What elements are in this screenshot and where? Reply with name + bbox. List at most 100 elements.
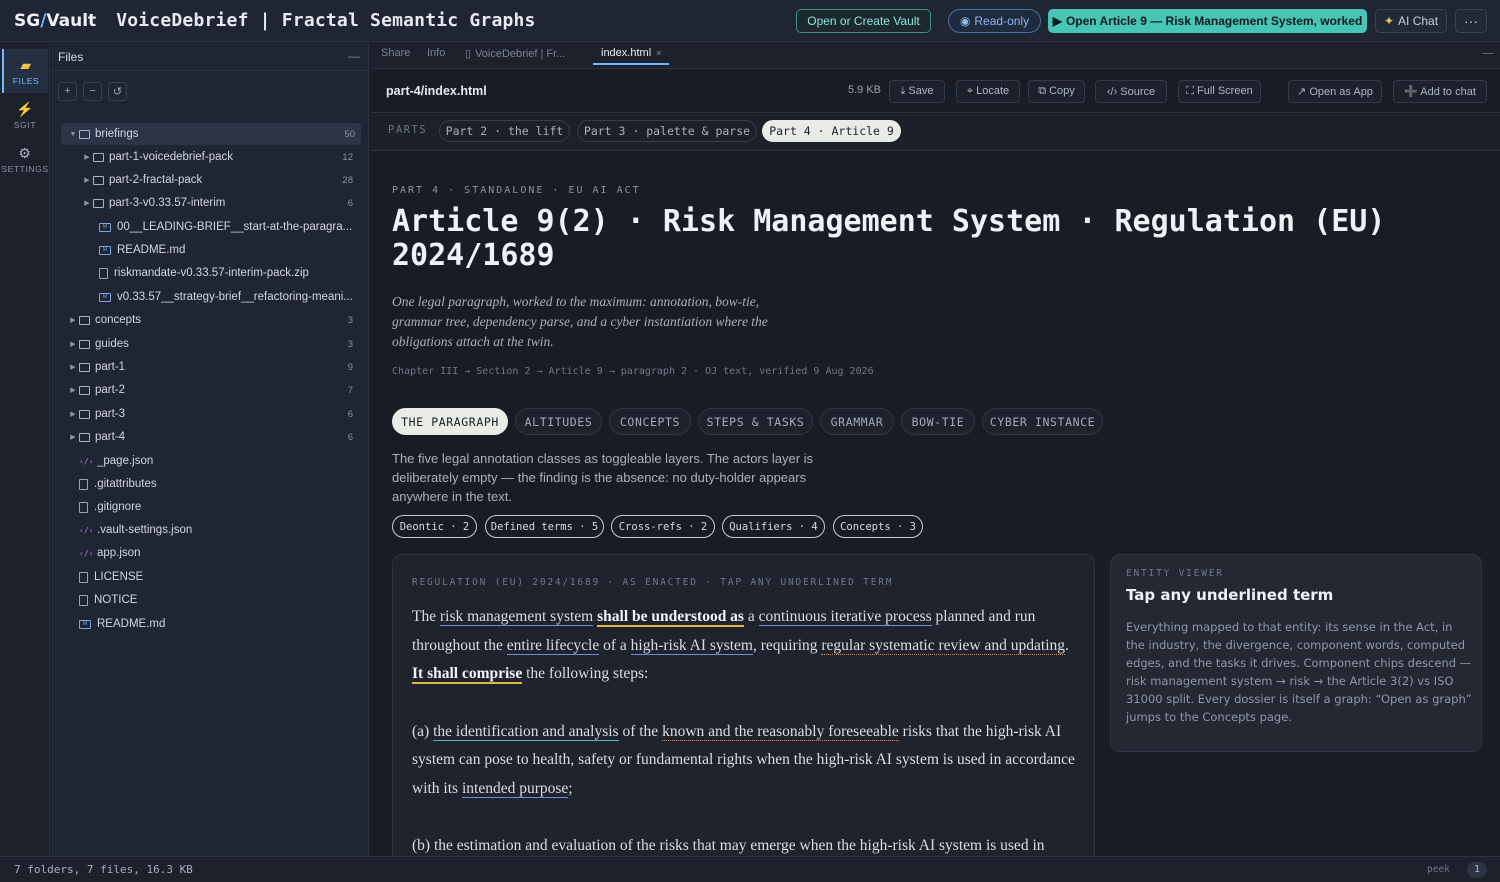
tree-file[interactable]: .gitignore	[51, 496, 369, 518]
tab-share[interactable]: Share	[381, 47, 410, 59]
refresh-button[interactable]: ↺	[108, 81, 127, 101]
caret-down-icon[interactable]: ▼	[67, 131, 79, 138]
tree-file[interactable]: riskmandate-v0.33.57-interim-pack.zip	[51, 262, 369, 284]
term-high-risk-ai-system[interactable]: high-risk AI system	[630, 636, 753, 655]
notification-count[interactable]: 1	[1467, 861, 1487, 878]
term-entire-lifecycle[interactable]: entire lifecycle	[506, 636, 600, 655]
view-tab-steps-tasks[interactable]: STEPS & TASKS	[698, 408, 813, 435]
tree-folder[interactable]: ▶ part-3-v0.33.57-interim 6	[51, 192, 369, 214]
tree-file[interactable]: .gitattributes	[51, 473, 369, 495]
caret-right-icon[interactable]: ▶	[67, 433, 79, 441]
open-article-button[interactable]: ▶ Open Article 9 — Risk Management System…	[1048, 9, 1367, 33]
caret-right-icon[interactable]: ▶	[81, 176, 93, 184]
tab-info[interactable]: Info	[427, 47, 445, 59]
view-tab-altitudes[interactable]: ALTITUDES	[515, 408, 602, 435]
more-menu-button[interactable]: ···	[1455, 9, 1487, 33]
collapse-panel-icon[interactable]: —	[348, 49, 360, 63]
tree-file[interactable]: ‹/› _page.json	[51, 450, 369, 472]
view-tab-bow-tie[interactable]: BOW-TIE	[901, 408, 975, 435]
tree-folder[interactable]: ▶ part-1-voicedebrief-pack 12	[51, 146, 369, 168]
entity-viewer-eyebrow: ENTITY VIEWER	[1126, 568, 1224, 579]
tree-item-label: README.md	[97, 618, 166, 630]
part-chip-4[interactable]: Part 4 · Article 9	[762, 120, 901, 142]
folder-icon	[93, 175, 104, 185]
source-button[interactable]: ‹/› Source	[1095, 80, 1167, 103]
rail-sgit[interactable]: ⚡ SGIT	[2, 93, 48, 137]
tree-file[interactable]: ‹/› app.json	[51, 542, 369, 564]
collapse-all-button[interactable]: −	[83, 81, 102, 101]
caret-right-icon[interactable]: ▶	[67, 410, 79, 418]
article-trail: Chapter III → Section 2 → Article 9 → pa…	[392, 366, 874, 377]
tree-file[interactable]: M README.md	[51, 239, 369, 261]
tree-folder[interactable]: ▶ part-2-fractal-pack 28	[51, 169, 369, 191]
tree-file[interactable]: NOTICE	[51, 589, 369, 611]
tab-voicedebrief[interactable]: ▯ VoiceDebrief | Fr...	[465, 47, 565, 60]
tree-file[interactable]: Mv0.33.57__strategy-brief__refactoring-m…	[51, 286, 369, 308]
add-to-chat-button[interactable]: ➕ Add to chat	[1393, 80, 1487, 103]
collapse-tabs-icon[interactable]: —	[1483, 48, 1493, 59]
tree-folder[interactable]: ▶ concepts 3	[51, 309, 369, 331]
part-chip-3[interactable]: Part 3 · palette & parse	[577, 120, 757, 142]
term-intended-purpose[interactable]: intended purpose	[461, 779, 569, 798]
save-button[interactable]: ⤓ Save	[889, 80, 945, 103]
tree-file[interactable]: LICENSE	[51, 566, 369, 588]
tree-folder[interactable]: ▶ part-3 6	[51, 403, 369, 425]
layer-toggle-deontic[interactable]: Deontic · 2	[392, 515, 477, 538]
term-it-shall-comprise[interactable]: It shall comprise	[412, 665, 523, 684]
term-regular-systematic-review[interactable]: regular systematic review and updating	[821, 636, 1066, 655]
locate-button[interactable]: ⌖ Locate	[956, 80, 1020, 103]
layer-toggle-cross-refs[interactable]: Cross-refs · 2	[611, 515, 715, 538]
tree-file[interactable]: M 00__LEADING-BRIEF__start-at-the-paragra…	[51, 216, 369, 238]
file-path: part-4/index.html	[386, 84, 487, 98]
brand-logo[interactable]: SG/Vault	[14, 11, 96, 31]
view-tab-paragraph[interactable]: THE PARAGRAPH	[392, 408, 508, 435]
new-file-button[interactable]: +	[58, 81, 77, 101]
tree-file[interactable]: M README.md	[51, 613, 369, 635]
read-only-badge[interactable]: ◉ Read-only	[948, 9, 1041, 33]
part-chip-2[interactable]: Part 2 · the lift	[439, 120, 570, 142]
item-count: 3	[347, 338, 353, 350]
tree-folder[interactable]: ▼ briefings 50	[61, 123, 361, 145]
file-icon	[99, 267, 108, 279]
caret-right-icon[interactable]: ▶	[81, 199, 93, 207]
close-icon[interactable]: ×	[656, 48, 661, 58]
folder-icon	[79, 339, 90, 349]
term-continuous-iterative-process[interactable]: continuous iterative process	[758, 608, 932, 626]
status-bar: 7 folders, 7 files, 16.3 KB peek 1	[0, 856, 1500, 882]
copy-button[interactable]: ⧉ Copy	[1028, 80, 1085, 103]
peek-label[interactable]: peek	[1427, 864, 1450, 875]
term-identification-and-analysis[interactable]: the identification and analysis	[433, 722, 619, 741]
caret-right-icon[interactable]: ▶	[81, 153, 93, 161]
tree-item-label: briefings	[95, 128, 139, 140]
term-known-and-reasonably-foreseeable[interactable]: known and the reasonably foreseeable	[662, 722, 899, 741]
tree-item-label: part-1	[95, 361, 126, 373]
caret-right-icon[interactable]: ▶	[67, 386, 79, 394]
main-pane: Share Info ▯ VoiceDebrief | Fr... index.h…	[372, 43, 1500, 856]
layer-toggle-defined-terms[interactable]: Defined terms · 5	[485, 515, 604, 538]
tree-folder[interactable]: ▶ part-4 6	[51, 426, 369, 448]
layer-toggle-concepts[interactable]: Concepts · 3	[833, 515, 923, 538]
ai-chat-button[interactable]: ✦ AI Chat	[1375, 9, 1447, 33]
term-risk-management-system[interactable]: risk management system	[439, 608, 594, 626]
open-create-vault-button[interactable]: Open or Create Vault	[796, 9, 931, 33]
item-count: 9	[347, 361, 353, 373]
tree-file[interactable]: ‹/› .vault-settings.json	[51, 519, 369, 541]
term-shall-be-understood-as[interactable]: shall be understood as	[597, 608, 744, 627]
tree-folder[interactable]: ▶ part-2 7	[51, 379, 369, 401]
tree-folder[interactable]: ▶ guides 3	[51, 333, 369, 355]
caret-right-icon[interactable]: ▶	[67, 340, 79, 348]
caret-right-icon[interactable]: ▶	[67, 363, 79, 371]
view-tab-grammar[interactable]: GRAMMAR	[820, 408, 894, 435]
tab-index-html[interactable]: index.html ×	[593, 47, 670, 65]
full-screen-button[interactable]: ⛶ Full Screen	[1178, 80, 1261, 103]
view-tab-concepts[interactable]: CONCEPTS	[609, 408, 691, 435]
layer-toggle-qualifiers[interactable]: Qualifiers · 4	[722, 515, 825, 538]
rail-files[interactable]: ▰ FILES	[2, 49, 48, 93]
tree-folder[interactable]: ▶ part-1 9	[51, 356, 369, 378]
rail-settings[interactable]: ⚙ SETTINGS	[1, 137, 48, 181]
view-tab-cyber-instance[interactable]: CYBER INSTANCE	[982, 408, 1103, 435]
open-as-app-button[interactable]: ↗ Open as App	[1288, 80, 1382, 103]
caret-right-icon[interactable]: ▶	[67, 316, 79, 324]
folder-icon	[93, 198, 104, 208]
entity-viewer: ENTITY VIEWER Tap any underlined term Ev…	[1110, 554, 1482, 752]
